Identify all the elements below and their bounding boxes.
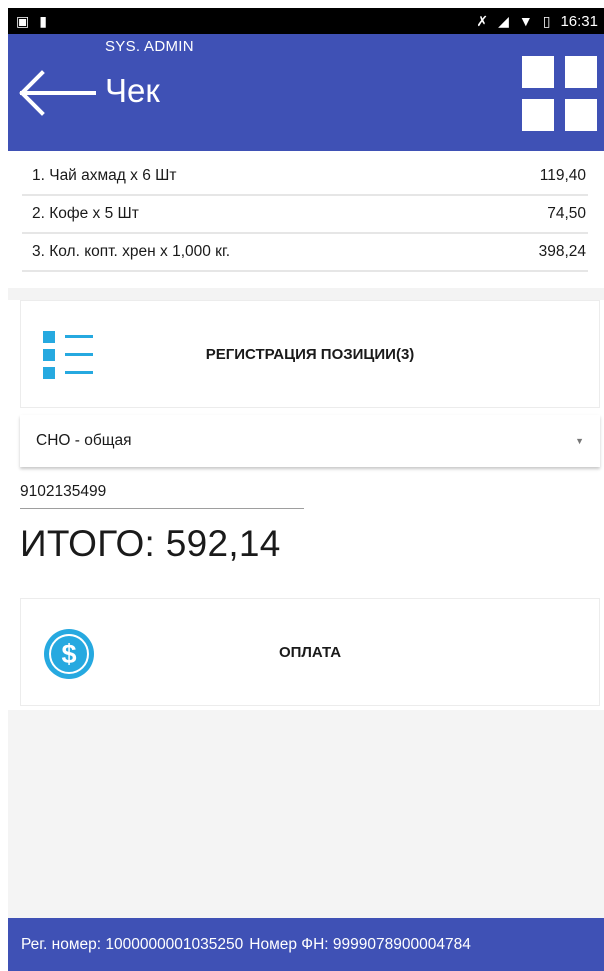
status-time: 16:31 <box>560 12 598 30</box>
bluetooth-off-icon: ✗ <box>476 13 489 29</box>
signal-off-icon: ◢ <box>498 13 509 29</box>
register-position-button[interactable]: РЕГИСТРАЦИЯ ПОЗИЦИИ(3) <box>20 300 600 408</box>
image-icon: ▣ <box>16 13 30 29</box>
item-amount: 74,50 <box>547 205 586 222</box>
receipt-items: 1. Чай ахмад х 6 Шт 119,40 2. Кофе х 5 Ш… <box>22 158 588 272</box>
wifi-icon: ▼ <box>518 13 533 29</box>
payment-button[interactable]: $ ОПЛАТА <box>20 598 600 706</box>
item-name: 3. Кол. копт. хрен х 1,000 кг. <box>32 243 231 260</box>
fn-number: Номер ФН: 9999078900004784 <box>249 935 471 953</box>
tax-system-value: СНО - общая <box>36 432 132 449</box>
list-item[interactable]: 3. Кол. копт. хрен х 1,000 кг. 398,24 <box>22 234 588 272</box>
list-item[interactable]: 2. Кофе х 5 Шт 74,50 <box>22 196 588 234</box>
dropdown-arrow-icon: ▼ <box>575 436 584 446</box>
item-amount: 398,24 <box>538 243 586 260</box>
item-name: 1. Чай ахмад х 6 Шт <box>32 167 177 184</box>
tax-system-select[interactable]: СНО - общая ▼ <box>20 415 600 467</box>
footer-bar: Рег. номер: 1000000001035250 Номер ФН: 9… <box>8 918 604 971</box>
item-amount: 119,40 <box>539 167 586 184</box>
status-bar: ▣ ▮ ✗ ◢ ▼ ▯ 16:31 <box>8 8 604 34</box>
battery-icon: ▯ <box>542 13 551 29</box>
user-name: SYS. ADMIN <box>105 38 194 55</box>
app-bar: SYS. ADMIN Чек <box>8 34 604 151</box>
separator <box>8 288 604 300</box>
reg-number: Рег. номер: 1000000001035250 <box>21 935 244 953</box>
total-amount: ИТОГО: 592,14 <box>20 523 281 564</box>
sd-card-icon: ▮ <box>39 13 47 29</box>
list-item[interactable]: 1. Чай ахмад х 6 Шт 119,40 <box>22 158 588 196</box>
grid-icon[interactable] <box>522 56 598 132</box>
empty-area <box>8 710 604 918</box>
phone-input[interactable]: 9102135499 <box>20 479 304 509</box>
item-name: 2. Кофе х 5 Шт <box>32 205 139 222</box>
arrow-left-icon[interactable] <box>16 70 96 116</box>
page-title: Чек <box>105 72 160 109</box>
register-position-label: РЕГИСТРАЦИЯ ПОЗИЦИИ(3) <box>205 346 415 363</box>
payment-label: ОПЛАТА <box>278 644 342 661</box>
